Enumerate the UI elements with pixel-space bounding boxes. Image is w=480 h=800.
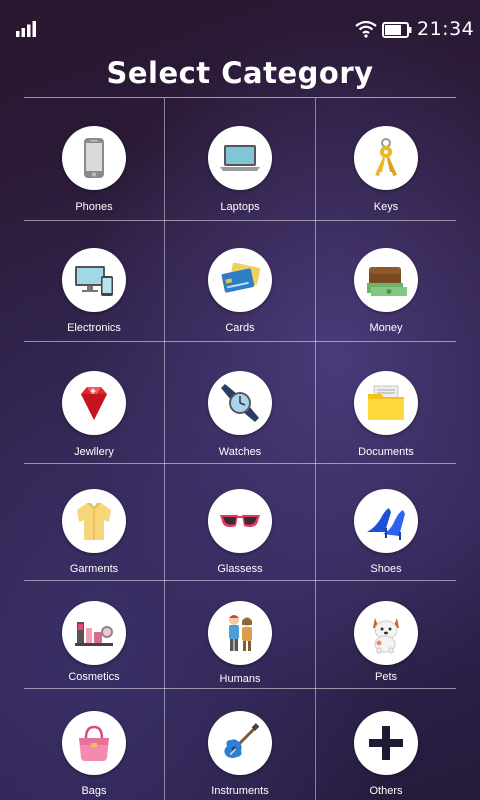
category-label: Phones (75, 201, 113, 213)
category-row: Phones Laptops Keys (24, 98, 456, 221)
category-row: Bags Instruments Others (24, 689, 456, 800)
people-icon (229, 615, 252, 651)
category-row: Electronics Cards Money (24, 221, 456, 342)
category-row: Garments Glassess Shoes (24, 464, 456, 581)
cosmetics-icon (75, 622, 113, 646)
status-time: 21:34 (417, 18, 475, 40)
category-electronics[interactable]: Electronics (24, 221, 164, 341)
category-label: Cards (225, 322, 255, 334)
electronics-icon (75, 266, 113, 296)
category-label: Instruments (211, 785, 269, 797)
category-label: Watches (218, 446, 262, 458)
category-pets[interactable]: Pets (316, 581, 456, 688)
category-label: Humans (219, 673, 261, 685)
category-keys[interactable]: Keys (316, 98, 456, 220)
category-laptops[interactable]: Laptops (165, 98, 315, 220)
category-row: Jewllery Watches Documents (24, 342, 456, 464)
category-row: Cosmetics Humans Pets (24, 581, 456, 689)
category-grid: Phones Laptops Keys Electronics Cards Mo… (24, 97, 456, 800)
phone-icon (84, 138, 104, 178)
guitar-icon (224, 723, 260, 758)
category-label: Garments (69, 563, 119, 575)
category-shoes[interactable]: Shoes (316, 464, 456, 580)
category-label: Shoes (370, 563, 402, 575)
keys-icon (375, 138, 397, 176)
laptop-icon (220, 145, 260, 171)
category-label: Money (369, 322, 403, 334)
category-watches[interactable]: Watches (165, 342, 315, 463)
category-glassess[interactable]: Glassess (165, 464, 315, 580)
wifi-icon (355, 20, 377, 38)
high-heel-icon (367, 508, 405, 540)
shirt-icon (77, 503, 111, 540)
plus-icon (369, 726, 403, 760)
category-label: Cosmetics (68, 671, 120, 683)
category-jewllery[interactable]: Jewllery (24, 342, 164, 463)
battery-icon (382, 22, 412, 38)
signal-icon (16, 21, 36, 37)
folder-icon (368, 385, 404, 420)
category-label: Pets (374, 671, 397, 683)
cards-icon (221, 262, 261, 293)
category-humans[interactable]: Humans (165, 581, 315, 688)
handbag-icon (79, 725, 109, 761)
category-money[interactable]: Money (316, 221, 456, 341)
category-cards[interactable]: Cards (165, 221, 315, 341)
page-title: Select Category (106, 56, 374, 90)
category-label: Electronics (67, 322, 121, 334)
category-label: Bags (81, 785, 107, 797)
category-garments[interactable]: Garments (24, 464, 164, 580)
category-label: Jewllery (74, 446, 114, 458)
money-icon (367, 267, 407, 296)
category-instruments[interactable]: Instruments (165, 689, 315, 800)
category-label: Documents (358, 446, 414, 458)
gem-icon (81, 387, 107, 420)
dog-icon (373, 618, 399, 654)
category-label: Glassess (217, 563, 263, 575)
sunglasses-icon (220, 515, 260, 528)
watch-icon (221, 384, 259, 422)
category-documents[interactable]: Documents (316, 342, 456, 463)
category-label: Keys (373, 201, 399, 213)
category-label: Others (369, 785, 403, 797)
status-bar: 21:34 (0, 0, 480, 60)
category-cosmetics[interactable]: Cosmetics (24, 581, 164, 688)
category-others[interactable]: Others (316, 689, 456, 800)
category-phones[interactable]: Phones (24, 98, 164, 220)
category-bags[interactable]: Bags (24, 689, 164, 800)
category-label: Laptops (220, 201, 260, 213)
